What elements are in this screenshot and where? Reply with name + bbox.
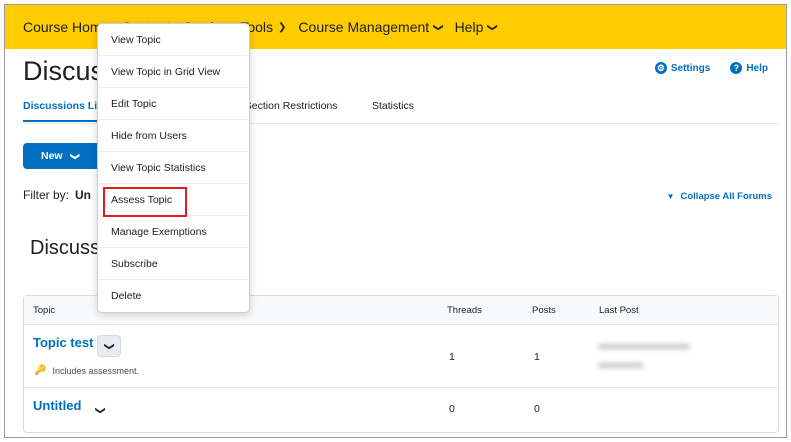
menu-item-subscribe[interactable]: Subscribe [98, 248, 249, 280]
chevron-down-icon: ❯ [69, 152, 80, 160]
chevron-down-icon: ❯ [487, 22, 499, 32]
assessment-note-text: Includes assessment. [52, 365, 139, 376]
new-button-label: New [41, 150, 63, 162]
gear-icon: ⚙ [654, 62, 667, 74]
nav-course-management-label: Course Management [298, 19, 430, 35]
chevron-down-icon: ❯ [103, 341, 115, 351]
key-icon: 🔑 [34, 365, 47, 376]
help-icon: ? [730, 62, 743, 74]
forum-heading: Discussi [30, 237, 105, 259]
header-last-post: Last Post [599, 305, 639, 316]
menu-item-view-topic-statistics[interactable]: View Topic Statistics [98, 152, 249, 184]
tab-statistics[interactable]: Statistics [372, 100, 414, 112]
nav-help-label: Help [454, 19, 484, 35]
collapse-all-label: Collapse All Forums [680, 191, 773, 202]
settings-link[interactable]: ⚙ Settings [654, 62, 711, 74]
menu-item-delete[interactable]: Delete [98, 280, 249, 312]
menu-item-edit-topic[interactable]: Edit Topic [98, 88, 249, 120]
new-button[interactable]: New ❯ [23, 143, 103, 169]
collapse-all-forums-link[interactable]: ▼ Collapse All Forums [667, 191, 772, 202]
caret-down-icon: ▼ [666, 192, 675, 201]
nav-course-management[interactable]: Course Management ❯ [298, 19, 444, 35]
title-links: ⚙ Settings ? Help [654, 62, 768, 74]
chevron-down-icon: ❯ [432, 22, 444, 32]
header-threads: Threads [447, 305, 482, 316]
filter-value[interactable]: Un [75, 188, 91, 202]
topic-link[interactable]: Untitled [33, 398, 81, 413]
chevron-down-icon: ❯ [278, 21, 287, 33]
header-topic: Topic [33, 305, 56, 316]
app-frame: Course Home Content Grades Tools❯ Course… [4, 4, 787, 438]
filter-label: Filter by: [23, 188, 70, 202]
threads-count: 0 [449, 403, 455, 415]
last-post-redacted [598, 343, 690, 350]
topic-link[interactable]: Topic test [33, 335, 93, 350]
last-post-redacted [598, 362, 644, 369]
help-link[interactable]: ? Help [730, 62, 768, 74]
menu-item-hide-from-users[interactable]: Hide from Users [98, 120, 249, 152]
menu-item-assess-topic[interactable]: Assess Topic [98, 184, 249, 217]
menu-item-manage-exemptions[interactable]: Manage Exemptions [98, 216, 249, 248]
topics-table: Topic Threads Posts Last Post Topic test… [23, 295, 779, 433]
table-row: Untitled ❯ 0 0 [24, 388, 778, 432]
menu-item-view-topic-grid[interactable]: View Topic in Grid View [98, 56, 249, 88]
help-label: Help [746, 62, 768, 74]
nav-help[interactable]: Help ❯ [454, 19, 499, 35]
settings-label: Settings [670, 62, 711, 74]
topic-context-menu: View Topic View Topic in Grid View Edit … [97, 23, 250, 313]
tab-discussions-list[interactable]: Discussions List [23, 100, 107, 122]
filter-row: Filter by: Un [23, 188, 91, 202]
chevron-down-icon: ❯ [94, 405, 106, 415]
posts-count: 1 [534, 351, 540, 363]
tab-section-restrictions[interactable]: d Section Restrictions [236, 100, 338, 112]
table-row: Topic test ❯ 🔑 Includes assessment. 1 1 [24, 325, 778, 388]
threads-count: 1 [449, 351, 455, 363]
topic-actions-button[interactable]: ❯ [88, 399, 112, 421]
header-posts: Posts [532, 305, 556, 316]
posts-count: 0 [534, 403, 540, 415]
assessment-note: 🔑 Includes assessment. [34, 365, 139, 376]
menu-item-view-topic[interactable]: View Topic [98, 24, 249, 56]
topic-actions-button[interactable]: ❯ [97, 335, 121, 357]
